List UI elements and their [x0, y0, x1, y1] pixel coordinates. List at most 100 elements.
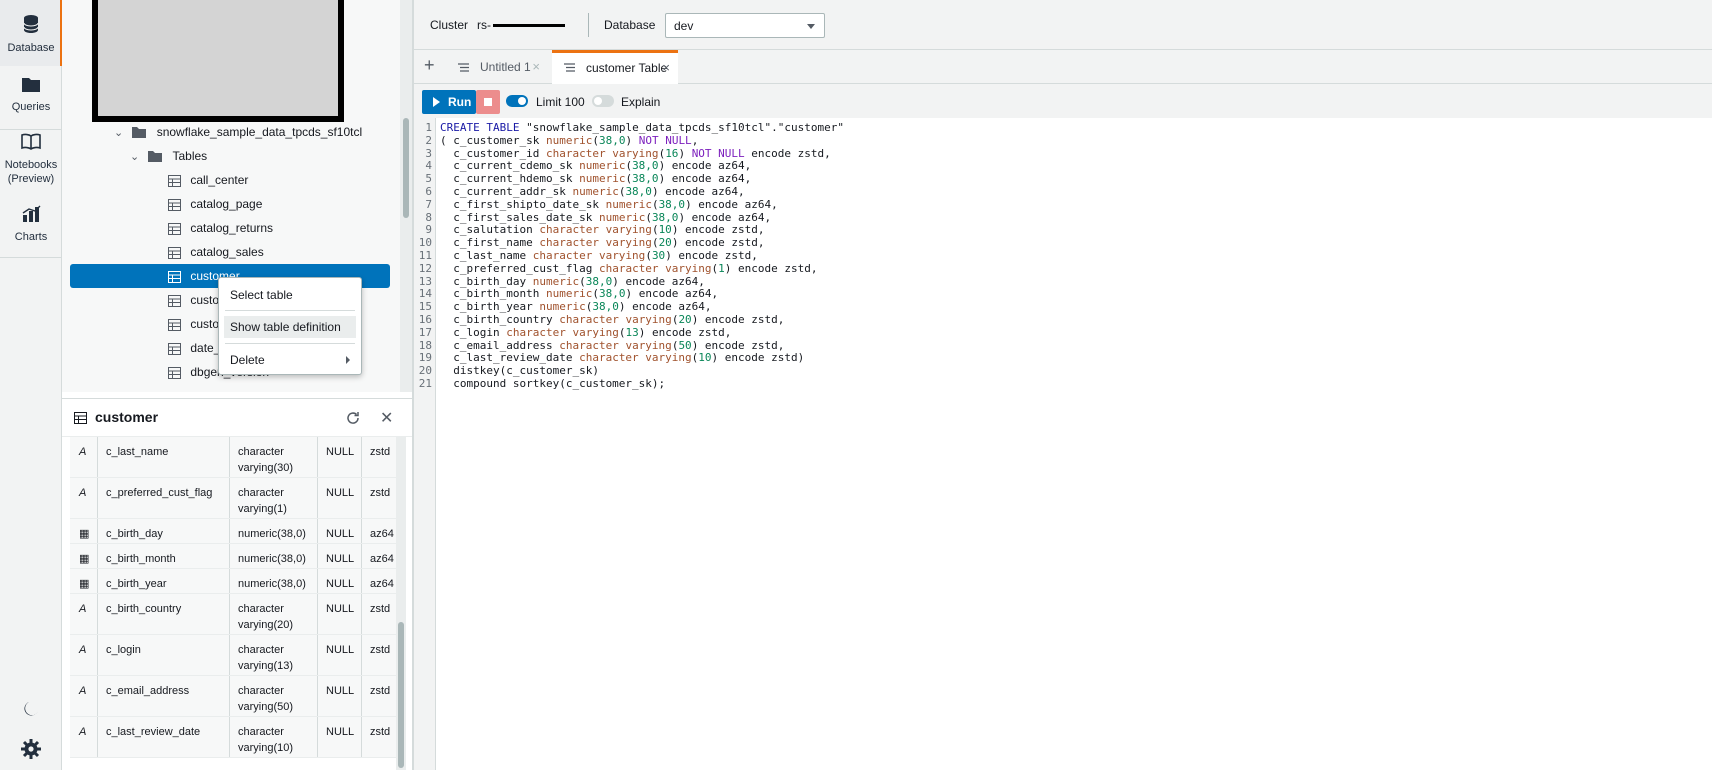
column-row[interactable]: ▦ c_birth_day numeric(38,0) NULL az64: [70, 519, 402, 544]
run-button[interactable]: Run: [422, 90, 476, 114]
column-row[interactable]: Ac_login character varying(13) NULL zstd: [70, 635, 402, 676]
column-type: character varying(50): [230, 676, 318, 716]
rail-item-queries[interactable]: Queries: [0, 76, 62, 126]
rail-item-notebooks[interactable]: Notebooks (Preview): [0, 133, 62, 187]
code-area[interactable]: CREATE TABLE "snowflake_sample_data_tpcd…: [440, 121, 844, 391]
column-type: character varying(13): [230, 635, 318, 675]
run-label: Run: [448, 95, 472, 109]
menu-item-select-table[interactable]: Select table: [224, 284, 356, 306]
details-scrollbar[interactable]: [396, 436, 406, 770]
tree-item-label: catalog_sales: [190, 245, 264, 259]
column-type: character varying(10): [230, 717, 318, 757]
explain-label: Explain: [621, 95, 661, 109]
table-icon: [168, 198, 181, 211]
details-title: customer: [95, 409, 159, 425]
table-icon: [168, 366, 181, 379]
caret-down-icon: [807, 24, 815, 29]
close-tab-icon[interactable]: ×: [662, 53, 670, 83]
close-icon[interactable]: ✕: [380, 408, 393, 428]
tree-item-label: catalog_page: [190, 197, 263, 211]
column-null: NULL: [318, 635, 362, 675]
numeric-type-icon: ▦: [70, 519, 98, 543]
gear-icon: [21, 739, 41, 759]
line-number: 11: [418, 249, 432, 262]
rail-label-notebooks: Notebooks (Preview): [4, 159, 58, 185]
column-type: character varying(30): [230, 437, 318, 477]
tree-item-table[interactable]: catalog_sales: [168, 240, 264, 264]
table-icon: [168, 246, 181, 259]
chevron-down-icon: ⌄: [130, 151, 140, 163]
scrollbar-thumb[interactable]: [398, 622, 404, 768]
table-icon: [168, 318, 181, 331]
column-name: c_last_name: [98, 437, 230, 477]
line-number: 16: [418, 313, 432, 326]
column-row[interactable]: Ac_birth_country character varying(20) NUL…: [70, 594, 402, 635]
refresh-icon[interactable]: [346, 411, 360, 425]
column-row[interactable]: Ac_email_address character varying(50) NUL…: [70, 676, 402, 717]
column-row[interactable]: ▦ c_birth_year numeric(38,0) NULL az64: [70, 569, 402, 594]
explain-toggle[interactable]: [592, 95, 614, 107]
menu-item-show-table-definition[interactable]: Show table definition: [224, 316, 356, 338]
tree-item-table[interactable]: catalog_page: [168, 192, 262, 216]
column-type: numeric(38,0): [230, 519, 318, 543]
tree-scrollbar[interactable]: [400, 0, 412, 392]
topbar-divider: [588, 13, 589, 37]
chevron-right-icon: [346, 356, 350, 364]
tab-untitled-1[interactable]: Untitled 1 ×: [446, 50, 548, 84]
rail-item-database[interactable]: Database: [0, 0, 63, 66]
cluster-value[interactable]: rs-: [477, 18, 565, 32]
tree-node-tables[interactable]: ⌄ Tables 25: [130, 144, 412, 168]
stop-button[interactable]: [476, 90, 500, 114]
column-type: numeric(38,0): [230, 544, 318, 568]
column-row[interactable]: Ac_last_name character varying(30) NULL zst…: [70, 437, 402, 478]
settings-button[interactable]: [0, 738, 62, 763]
limit-label: Limit 100: [536, 95, 585, 109]
column-row[interactable]: ▦ c_birth_month numeric(38,0) NULL az64: [70, 544, 402, 569]
rail-item-charts[interactable]: Charts: [0, 205, 62, 245]
close-tab-icon[interactable]: ×: [532, 50, 540, 84]
line-number: 12: [418, 261, 432, 275]
rail-divider: [0, 129, 62, 130]
limit-toggle[interactable]: [506, 95, 528, 107]
database-label: Database: [604, 18, 656, 32]
rail-label-queries: Queries: [11, 101, 51, 113]
scrollbar-thumb[interactable]: [403, 118, 409, 218]
tree-item-table[interactable]: catalog_returns: [168, 216, 273, 240]
image-placeholder: [92, 0, 344, 122]
tree-item-table[interactable]: call_center: [168, 168, 248, 192]
table-details-panel: customer ✕ Ac_last_name character varying…: [62, 398, 412, 770]
column-row[interactable]: Ac_last_review_date character varying(10)…: [70, 717, 402, 758]
tree-node-schema[interactable]: ⌄ snowflake_sample_data_tpcds_sf10tcl: [114, 120, 362, 144]
stop-icon: [484, 98, 492, 106]
table-icon: [168, 342, 181, 355]
toggle-knob: [594, 97, 602, 105]
database-select[interactable]: dev: [665, 13, 825, 38]
menu-divider: [225, 310, 355, 311]
numeric-type-icon: ▦: [70, 569, 98, 593]
chevron-down-icon: ⌄: [114, 127, 124, 139]
column-type: numeric(38,0): [230, 569, 318, 593]
tree-label-schema: snowflake_sample_data_tpcds_sf10tcl: [156, 125, 363, 139]
database-select-value: dev: [674, 19, 694, 33]
line-number-gutter: 1 2 3 4 5 6 7 8 9 10 11 12 13 14 15 16 17 18 19 20 21: [414, 118, 436, 770]
rail-divider-2: [0, 257, 62, 258]
rail-label-charts: Charts: [14, 231, 48, 243]
column-name: c_login: [98, 635, 230, 675]
menu-item-delete[interactable]: Delete: [224, 349, 356, 371]
folder-icon: [22, 78, 40, 92]
tab-customer-table[interactable]: customer Table ×: [552, 50, 678, 84]
line-number: 2: [425, 133, 432, 147]
rail-label-database: Database: [7, 42, 55, 54]
sql-editor[interactable]: 1 2 3 4 5 6 7 8 9 10 11 12 13 14 15 16 17 18 19 20 21 CREATE…: [414, 118, 1712, 770]
column-row[interactable]: Ac_preferred_cust_flag character varying(…: [70, 478, 402, 519]
query-toolbar: Run Limit 100 Explain: [414, 84, 1712, 118]
tab-label: Untitled 1: [480, 60, 531, 74]
dark-mode-toggle[interactable]: [0, 700, 62, 721]
column-type: character varying(1): [230, 478, 318, 518]
left-rail: Database Queries Notebooks (Preview) Cha…: [0, 0, 63, 770]
column-name: c_birth_country: [98, 594, 230, 634]
menu-divider: [225, 343, 355, 344]
play-icon: [433, 97, 440, 107]
add-tab-icon[interactable]: +: [424, 55, 435, 76]
database-icon: [23, 15, 39, 33]
